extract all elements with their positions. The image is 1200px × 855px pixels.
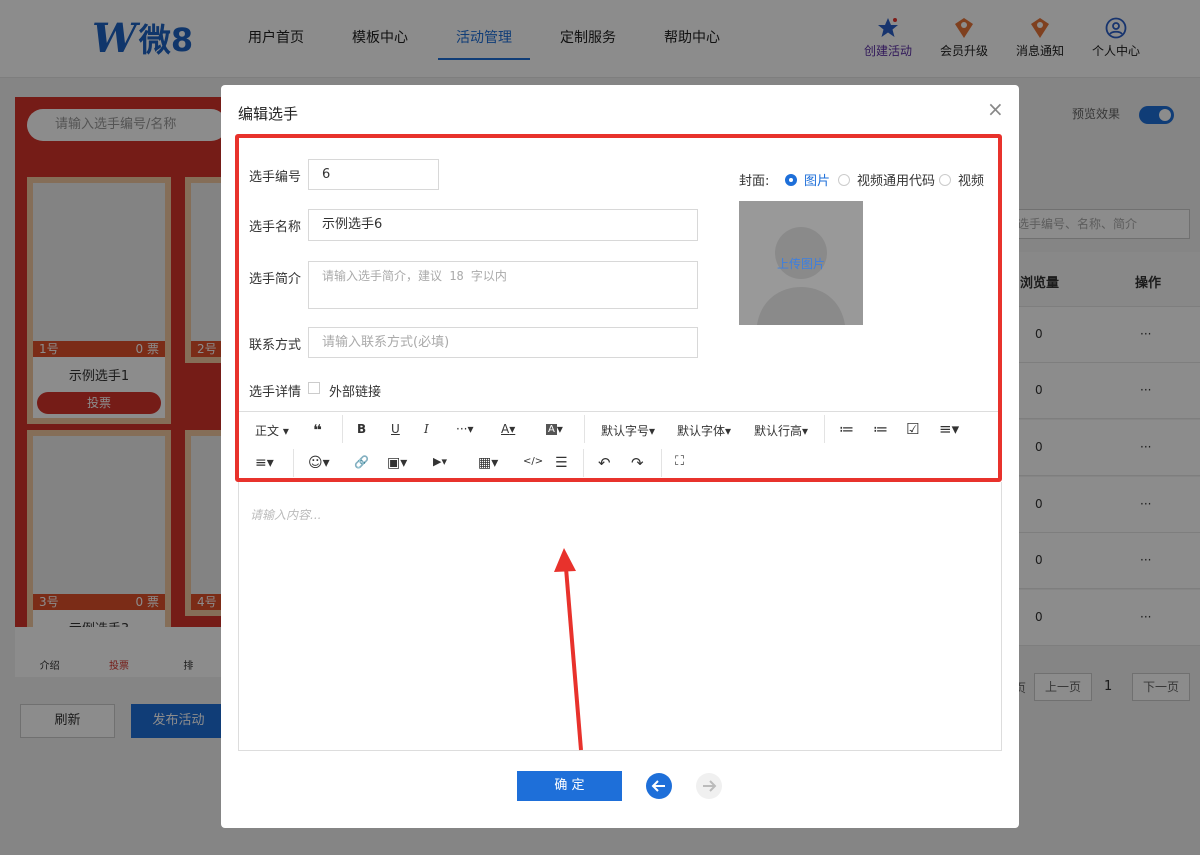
- editor-placeholder: 请输入内容...: [250, 508, 322, 522]
- back-arrow-icon[interactable]: [646, 773, 672, 799]
- close-icon[interactable]: ×: [987, 97, 1004, 121]
- confirm-button[interactable]: 确 定: [517, 771, 622, 801]
- highlight-box: [235, 134, 1002, 482]
- dialog-title: 编辑选手: [238, 105, 299, 123]
- forward-arrow-icon[interactable]: [696, 773, 722, 799]
- edit-contestant-dialog: 编辑选手 × 选手编号 6 选手名称 示例选手6 选手简介 请输入选手简介，建议…: [221, 85, 1019, 828]
- rich-text-editor[interactable]: 请输入内容...: [238, 482, 1002, 751]
